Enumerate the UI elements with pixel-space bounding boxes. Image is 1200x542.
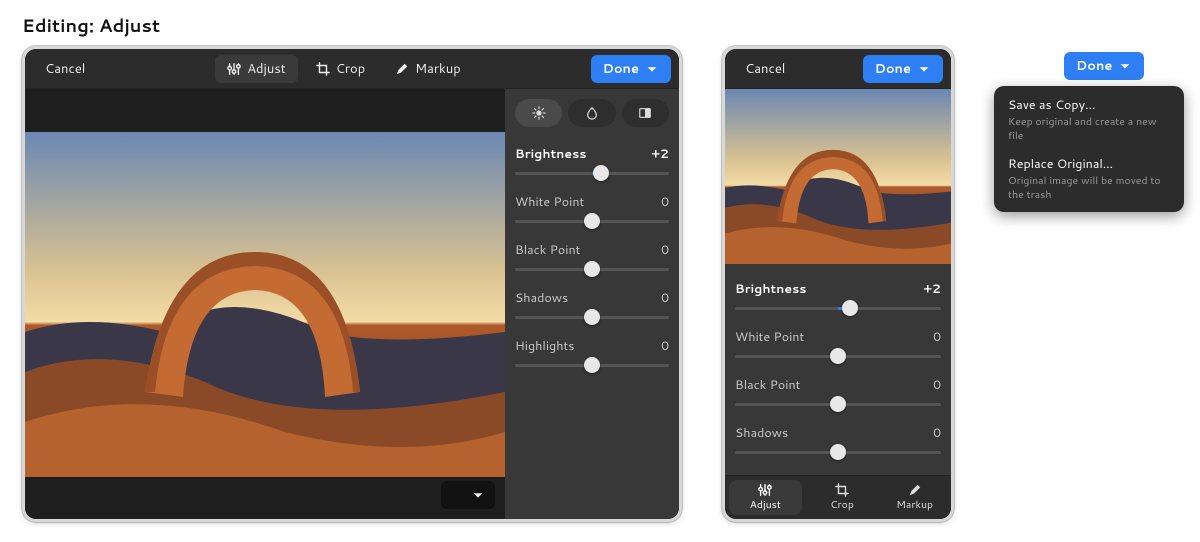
done-button[interactable]: Done [863,55,943,83]
bottom-nav: Adjust Crop Markup [725,475,951,519]
photo-preview [25,132,505,477]
slider-value: 0 [661,241,669,259]
slider-label: White Point [515,193,584,211]
slider-track[interactable] [515,213,669,229]
done-label: Done [875,60,911,78]
chevron-down-icon [1118,59,1132,73]
cancel-button[interactable]: Cancel [733,55,797,83]
popover-item-subtitle: Keep original and create a new file [1008,115,1170,143]
chevron-down-icon [645,62,659,76]
tab-contrast[interactable] [622,99,669,127]
tool-markup-button[interactable]: Markup [383,55,473,83]
slider-track[interactable] [515,309,669,325]
adjust-category-tabs [515,99,669,127]
slider-whitepoint: White Point 0 [515,187,669,229]
markup-icon [908,483,922,497]
cancel-button[interactable]: Cancel [33,55,97,83]
popover-item-title: Replace Original… [1008,155,1170,173]
done-button[interactable]: Done [591,55,671,83]
zoom-menu-button[interactable] [441,481,495,509]
slider-shadows: Shadows 0 [515,283,669,325]
markup-icon [395,62,409,76]
slider-label: Brightness [515,145,587,163]
slider-brightness: Brightness +2 [515,139,669,181]
tool-crop-button[interactable]: Crop [304,55,377,83]
headerbar: Cancel Adjust Crop Markup Done [25,49,679,89]
slider-value: 0 [933,376,941,394]
image-viewport [25,89,505,519]
chevron-down-icon [917,62,931,76]
popover-item-title: Save as Copy… [1008,96,1170,114]
tool-adjust-label: Adjust [247,60,286,78]
slider-value: 0 [933,424,941,442]
popover-item-save-copy[interactable]: Save as Copy… Keep original and create a… [998,90,1180,149]
slider-brightness: Brightness +2 [735,274,941,316]
drop-icon [585,106,599,120]
tool-markup-label: Markup [415,60,461,78]
slider-label: Black Point [515,241,580,259]
adjust-icon [227,62,241,76]
slider-track[interactable] [735,348,941,364]
photo-preview [725,89,951,264]
zoom-icon [451,488,465,502]
slider-value: 0 [661,193,669,211]
popover-item-replace[interactable]: Replace Original… Original image will be… [998,149,1180,208]
slider-label: Brightness [735,280,807,298]
sun-icon [532,106,546,120]
slider-label: Shadows [515,289,568,307]
adjust-panel: Brightness +2 White Point 0 [505,89,679,519]
slider-value: +2 [924,280,941,298]
editor-window-wide: Cancel Adjust Crop Markup Done [22,46,682,522]
slider-blackpoint: Black Point 0 [735,370,941,412]
nav-label: Markup [896,498,933,512]
tool-adjust-button[interactable]: Adjust [215,55,298,83]
crop-icon [316,62,330,76]
contrast-icon [638,106,652,120]
done-button[interactable]: Done [1064,52,1144,80]
slider-label: Black Point [735,376,800,394]
slider-label: Shadows [735,424,788,442]
slider-value: 0 [933,328,941,346]
slider-highlights: Highlights 0 [515,331,669,373]
nav-markup[interactable]: Markup [878,476,951,519]
crop-icon [835,483,849,497]
nav-crop[interactable]: Crop [806,476,879,519]
slider-label: Highlights [515,337,574,355]
slider-shadows: Shadows 0 [735,418,941,460]
adjust-icon [758,483,772,497]
popover-item-subtitle: Original image will be moved to the tras… [1008,174,1170,202]
editor-window-narrow: Cancel Done Brightness +2 [722,46,954,522]
slider-track[interactable] [515,261,669,277]
tab-color[interactable] [568,99,615,127]
slider-label: White Point [735,328,804,346]
slider-value: 0 [661,337,669,355]
done-label: Done [603,60,639,78]
nav-adjust[interactable]: Adjust [729,480,802,515]
page-title: Editing: Adjust [0,0,1200,48]
nav-label: Crop [830,498,854,512]
slider-highlights: Highlights0 [735,466,941,475]
slider-blackpoint: Black Point 0 [515,235,669,277]
slider-track[interactable] [735,396,941,412]
nav-label: Adjust [750,498,781,512]
slider-track[interactable] [735,444,941,460]
slider-whitepoint: White Point 0 [735,322,941,364]
chevron-down-icon [471,488,485,502]
done-popover: Save as Copy… Keep original and create a… [994,86,1184,212]
headerbar: Cancel Done [725,49,951,89]
slider-value: +2 [652,145,669,163]
tool-crop-label: Crop [336,60,365,78]
done-popover-demo: Done Save as Copy… Keep original and cre… [994,46,1200,522]
slider-track[interactable] [735,300,941,316]
adjust-panel: Brightness +2 White Point 0 Black Point 0 [725,264,951,475]
slider-track[interactable] [515,357,669,373]
slider-value: 0 [661,289,669,307]
slider-track[interactable] [515,165,669,181]
tab-light[interactable] [515,99,562,127]
done-label: Done [1076,57,1112,75]
